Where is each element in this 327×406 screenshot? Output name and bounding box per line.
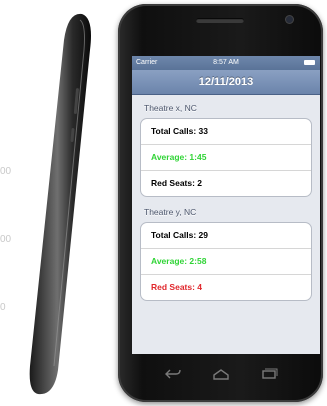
phone-device: Carrier 8:57 AM 12/11/2013 Theatre x, NC…: [118, 4, 323, 402]
background-tick-label: 00: [0, 234, 12, 245]
speaker-grille: [196, 18, 244, 23]
recent-apps-icon[interactable]: [260, 368, 278, 380]
section-theatre-y: Theatre y, NC Total Calls: 29 Average: 2…: [132, 207, 320, 301]
table-group: Total Calls: 33 Average: 1:45 Red Seats:…: [140, 118, 312, 197]
side-phone-image: [29, 13, 91, 395]
table-row-total-calls[interactable]: Total Calls: 33: [141, 119, 311, 145]
table-row-red-seats[interactable]: Red Seats: 2: [141, 171, 311, 196]
front-camera: [286, 16, 293, 23]
table-group: Total Calls: 29 Average: 2:58 Red Seats:…: [140, 222, 312, 301]
home-icon[interactable]: [212, 368, 230, 380]
section-header: Theatre x, NC: [144, 103, 197, 113]
nav-title: 12/11/2013: [198, 76, 254, 88]
table-row-average[interactable]: Average: 1:45: [141, 145, 311, 171]
background-tick-label: 00: [0, 166, 12, 177]
status-bar: Carrier 8:57 AM: [132, 56, 320, 70]
battery-icon: [304, 60, 315, 65]
back-icon[interactable]: [164, 368, 182, 380]
phone-screen: Carrier 8:57 AM 12/11/2013 Theatre x, NC…: [132, 56, 320, 354]
status-time: 8:57 AM: [213, 59, 239, 66]
table-row-average[interactable]: Average: 2:58: [141, 249, 311, 275]
navigation-bar: 12/11/2013: [132, 70, 320, 95]
background-tick-label: 0: [0, 302, 6, 313]
table-row-total-calls[interactable]: Total Calls: 29: [141, 223, 311, 249]
table-row-red-seats[interactable]: Red Seats: 4: [141, 275, 311, 300]
section-header: Theatre y, NC: [144, 207, 197, 217]
section-theatre-x: Theatre x, NC Total Calls: 33 Average: 1…: [132, 103, 320, 197]
